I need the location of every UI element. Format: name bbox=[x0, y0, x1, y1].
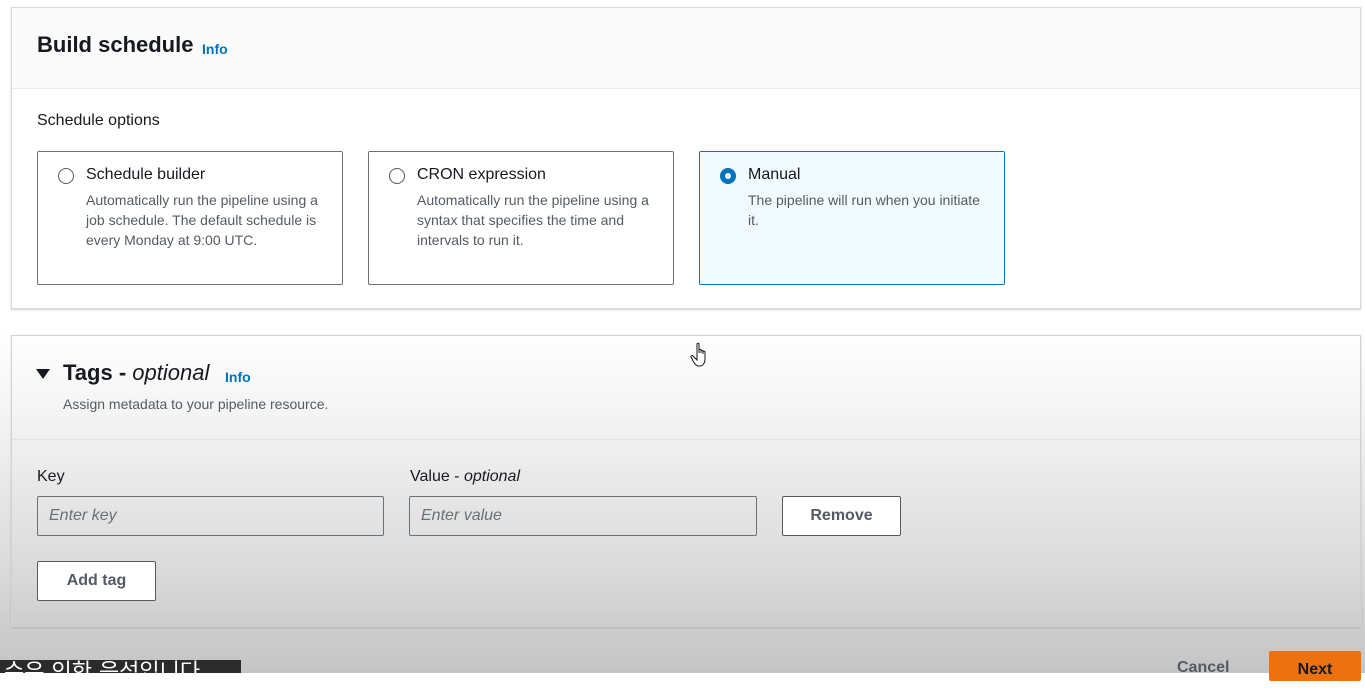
schedule-builder-title: Schedule builder bbox=[86, 166, 206, 183]
next-button[interactable]: Next bbox=[1269, 651, 1361, 681]
key-input[interactable] bbox=[37, 496, 384, 536]
cron-expression-description: Automatically run the pipeline using a s… bbox=[417, 192, 649, 248]
build-schedule-header: Build schedule Info bbox=[12, 8, 1360, 89]
tags-info-link[interactable]: Info bbox=[225, 369, 251, 385]
tags-header: Tags - optional Info Assign metadata to … bbox=[12, 336, 1360, 440]
manual-option[interactable]: Manual The pipeline will run when you in… bbox=[699, 151, 1005, 285]
value-input[interactable] bbox=[409, 496, 757, 536]
value-label-text: Value - bbox=[410, 468, 464, 485]
cron-expression-option[interactable]: CRON expression Automatically run the pi… bbox=[368, 151, 674, 285]
value-label-optional: optional bbox=[463, 468, 520, 485]
key-label: Key bbox=[37, 468, 65, 485]
tags-description: Assign metadata to your pipeline resourc… bbox=[63, 396, 329, 412]
manual-radio[interactable] bbox=[720, 168, 736, 184]
build-schedule-panel: Build schedule Info Schedule options Sch… bbox=[11, 7, 1361, 309]
build-schedule-title: Build schedule bbox=[37, 32, 194, 57]
build-schedule-info-link[interactable]: Info bbox=[202, 41, 228, 57]
subtitle-overlay: 수유 인한 음성입니다 bbox=[0, 660, 241, 673]
value-label: Value - optional bbox=[410, 468, 520, 486]
schedule-builder-option[interactable]: Schedule builder Automatically run the p… bbox=[37, 151, 343, 285]
remove-button[interactable]: Remove bbox=[782, 496, 901, 536]
cron-expression-title: CRON expression bbox=[417, 166, 546, 183]
tags-title[interactable]: Tags - optional bbox=[63, 360, 209, 386]
manual-description: The pipeline will run when you initiate … bbox=[748, 192, 980, 228]
manual-title: Manual bbox=[748, 166, 801, 183]
tags-title-optional: optional bbox=[132, 360, 210, 385]
cron-expression-radio[interactable] bbox=[389, 168, 405, 184]
hand-pointer-icon bbox=[690, 342, 706, 367]
schedule-builder-radio[interactable] bbox=[58, 168, 74, 184]
schedule-builder-description: Automatically run the pipeline using a j… bbox=[86, 192, 318, 248]
schedule-options-label: Schedule options bbox=[37, 112, 160, 129]
caret-down-icon[interactable] bbox=[36, 369, 50, 379]
add-tag-button[interactable]: Add tag bbox=[37, 561, 156, 601]
cancel-button[interactable]: Cancel bbox=[1177, 659, 1229, 677]
tags-panel: Tags - optional Info Assign metadata to … bbox=[11, 335, 1361, 627]
tags-title-text: Tags - bbox=[63, 360, 133, 385]
